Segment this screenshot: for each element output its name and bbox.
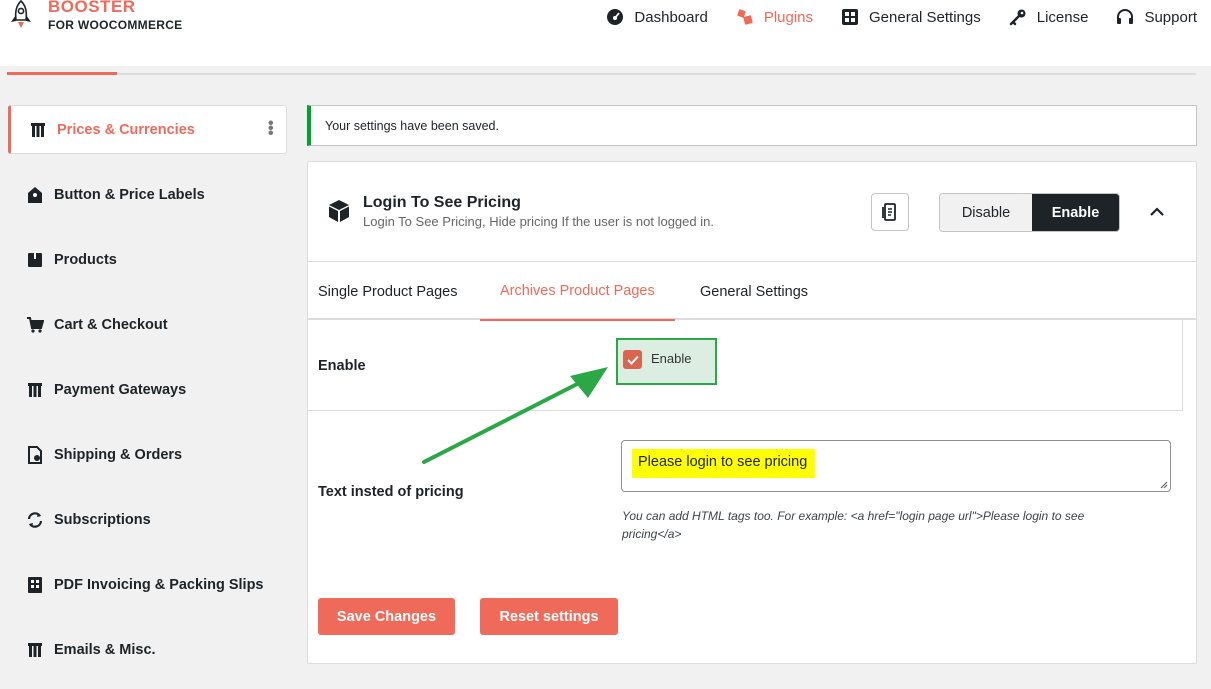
nav-label: License xyxy=(1036,8,1089,26)
sidebar-item-button-price-labels[interactable]: Button & Price Labels xyxy=(8,170,287,219)
settings-saved-notice: Your settings have been saved. xyxy=(307,105,1197,146)
sidebar-item-label: PDF Invoicing & Packing Slips xyxy=(54,576,264,593)
cart-icon xyxy=(27,316,44,333)
shipping-icon xyxy=(28,445,42,464)
enable-checkbox[interactable] xyxy=(623,350,642,369)
sidebar-item-cart-checkout[interactable]: Cart & Checkout xyxy=(8,300,287,349)
label-icon xyxy=(28,186,42,203)
chevron-up-icon[interactable] xyxy=(1148,203,1166,221)
key-icon xyxy=(1009,9,1026,26)
sidebar-item-emails-misc[interactable]: Emails & Misc. xyxy=(8,625,287,674)
module-card: Login To See Pricing Login To See Pricin… xyxy=(307,161,1197,664)
module-description: Login To See Pricing, Hide pricing If th… xyxy=(363,214,714,229)
enable-checkbox-label: Enable xyxy=(651,351,692,366)
headset-icon xyxy=(1117,9,1134,24)
tab-general-settings[interactable]: General Settings xyxy=(700,263,808,320)
enable-setting-row: Enable Enable xyxy=(308,320,1183,411)
top-header: BOOSTER FOR WOOCOMMERCE Dashboard Plugin… xyxy=(0,0,1211,66)
tab-single-product-pages[interactable]: Single Product Pages xyxy=(318,263,457,320)
module-title: Login To See Pricing xyxy=(363,194,521,211)
products-icon xyxy=(28,252,42,267)
nav-label: Plugins xyxy=(763,8,814,26)
nav-label: Support xyxy=(1144,8,1197,26)
reset-settings-button[interactable]: Reset settings xyxy=(480,598,618,635)
settings-icon xyxy=(842,9,859,25)
sidebar-item-products[interactable]: Products xyxy=(8,235,287,284)
enable-button[interactable]: Enable xyxy=(1032,194,1119,231)
documentation-button[interactable] xyxy=(871,193,909,231)
nav-label: Dashboard xyxy=(634,8,708,26)
resize-handle-icon[interactable] xyxy=(1160,481,1168,489)
sidebar-item-label: Subscriptions xyxy=(54,511,151,528)
disable-button[interactable]: Disable xyxy=(940,194,1032,231)
payment-icon xyxy=(28,382,42,397)
cube-icon xyxy=(329,200,349,222)
sidebar-item-prices-currencies[interactable]: Prices & Currencies • • • xyxy=(8,105,287,154)
enable-checkbox-highlight: Enable xyxy=(616,338,717,385)
save-changes-button[interactable]: Save Changes xyxy=(318,598,455,635)
brand-text: BOOSTER FOR WOOCOMMERCE xyxy=(48,0,183,32)
tab-archives-product-pages[interactable]: Archives Product Pages xyxy=(480,263,675,321)
text-field-label: Text insted of pricing xyxy=(318,484,464,500)
brand-name: BOOSTER xyxy=(48,0,136,16)
sidebar-item-payment-gateways[interactable]: Payment Gateways xyxy=(8,365,287,414)
sidebar-item-label: Prices & Currencies xyxy=(57,121,195,138)
nav-license[interactable]: License xyxy=(1009,7,1089,27)
module-header: Login To See Pricing Login To See Pricin… xyxy=(308,162,1196,262)
plugins-icon xyxy=(737,9,753,25)
brand-logo[interactable]: BOOSTER FOR WOOCOMMERCE xyxy=(6,0,183,32)
sidebar-item-label: Payment Gateways xyxy=(54,381,187,398)
top-nav: Dashboard Plugins General Settings Licen… xyxy=(606,7,1197,27)
pricing-text-input[interactable]: Please login to see pricing xyxy=(621,440,1171,492)
sidebar-item-label: Button & Price Labels xyxy=(54,186,205,203)
sidebar-item-label: Shipping & Orders xyxy=(54,446,183,463)
rocket-icon xyxy=(11,0,31,28)
sidebar-item-label: Cart & Checkout xyxy=(54,316,168,333)
pricing-text-hint: You can add HTML tags too. For example: … xyxy=(622,509,1085,541)
emails-icon xyxy=(28,642,42,657)
header-divider xyxy=(7,73,1196,75)
sidebar-item-label: Products xyxy=(54,251,117,268)
nav-label: General Settings xyxy=(869,8,981,26)
checkmark-icon xyxy=(626,355,639,365)
module-enable-toggle: Disable Enable xyxy=(939,193,1120,232)
enable-field-label: Enable xyxy=(318,358,366,374)
nav-general-settings[interactable]: General Settings xyxy=(841,7,981,27)
sidebar-item-shipping-orders[interactable]: Shipping & Orders xyxy=(8,430,287,479)
header-divider-accent xyxy=(7,72,117,75)
dashboard-icon xyxy=(607,9,624,25)
more-options-icon[interactable]: • • • xyxy=(268,116,274,142)
prices-icon xyxy=(31,122,45,137)
subscriptions-icon xyxy=(27,511,43,528)
settings-tabs: Single Product Pages Archives Product Pa… xyxy=(308,263,1196,321)
document-icon xyxy=(882,203,896,221)
pdf-icon xyxy=(28,576,42,593)
pricing-text-value: Please login to see pricing xyxy=(632,449,816,478)
brand-tagline: FOR WOOCOMMERCE xyxy=(48,18,183,32)
nav-support[interactable]: Support xyxy=(1116,7,1197,27)
nav-plugins[interactable]: Plugins xyxy=(736,7,813,27)
sidebar-item-label: Emails & Misc. xyxy=(54,641,156,658)
nav-dashboard[interactable]: Dashboard xyxy=(606,7,708,27)
sidebar-item-pdf-invoicing[interactable]: PDF Invoicing & Packing Slips xyxy=(8,560,287,609)
sidebar-item-subscriptions[interactable]: Subscriptions xyxy=(8,495,287,544)
